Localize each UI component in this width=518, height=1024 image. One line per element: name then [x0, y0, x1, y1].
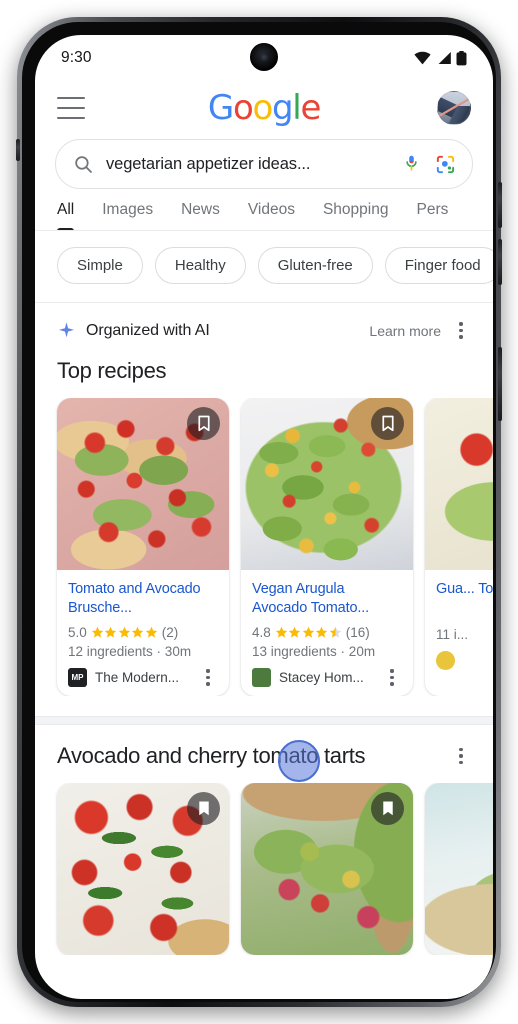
recipe-source [436, 651, 493, 670]
app-bar: Google [35, 81, 493, 135]
recipe-title[interactable]: Tomato and Avocado Brusche... [68, 580, 218, 618]
source-name: Stacey Hom... [279, 670, 364, 685]
section-title-avocado-tarts: Avocado and cherry tomato tarts [57, 743, 366, 768]
recipe-meta: 11 i... [436, 627, 469, 642]
recipe-card-three-dot-menu-icon[interactable] [382, 669, 402, 686]
recipe-card-body: Vegan Arugula Avocado Tomato... 4.8 (16)… [241, 570, 413, 696]
search-icon [75, 155, 92, 173]
google-lens-icon[interactable] [434, 153, 457, 176]
bookmark-icon[interactable] [187, 407, 220, 440]
recipe-card[interactable]: Gua... Tom... 11 i... [425, 398, 493, 696]
recipe-card[interactable] [241, 783, 413, 955]
star-rating-icons [275, 626, 342, 639]
status-time: 9:30 [61, 49, 92, 66]
recipe-title[interactable]: Vegan Arugula Avocado Tomato... [252, 580, 402, 618]
battery-icon [456, 50, 467, 65]
filter-chips: Simple Healthy Gluten-free Finger food [35, 231, 493, 302]
wifi-icon [414, 51, 431, 65]
tab-news[interactable]: News [181, 201, 220, 230]
recipe-meta: 12 ingredients · 30m [68, 644, 192, 659]
recipe-source: Stacey Hom... [252, 668, 402, 687]
phone-frame: 9:30 G o o g l e vegetarian appetizer id… [16, 17, 502, 1007]
logo-letter-o2: o [252, 88, 273, 128]
section-header-avocado-tarts: Avocado and cherry tomato tarts [35, 725, 493, 783]
logo-letter-e: e [300, 88, 321, 128]
microphone-icon[interactable] [401, 153, 422, 175]
recipe-photo[interactable] [57, 398, 229, 570]
source-name: The Modern... [95, 670, 180, 685]
volume-down-button[interactable] [498, 239, 502, 285]
recipe-card-body: Tomato and Avocado Brusche... 5.0 (2) 12… [57, 570, 229, 696]
tab-images[interactable]: Images [102, 201, 153, 230]
search-bar[interactable]: vegetarian appetizer ideas... [55, 139, 473, 189]
phone-screen: 9:30 G o o g l e vegetarian appetizer id… [35, 35, 493, 999]
recipe-photo[interactable] [241, 783, 413, 955]
recipe-meta: 13 ingredients · 20m [252, 644, 376, 659]
recipe-source: MP The Modern... [68, 668, 218, 687]
recipe-card[interactable] [57, 783, 229, 955]
section-divider [35, 716, 493, 725]
tab-videos[interactable]: Videos [248, 201, 295, 230]
phone-bezel: 9:30 G o o g l e vegetarian appetizer id… [22, 22, 496, 1002]
bookmark-icon[interactable] [371, 792, 404, 825]
recipe-card-body: Gua... Tom... 11 i... [425, 570, 493, 679]
recipe-card-three-dot-menu-icon[interactable] [198, 669, 218, 686]
logo-letter-o1: o [232, 88, 254, 128]
mute-switch-button[interactable] [16, 139, 20, 161]
review-count: (16) [345, 625, 370, 640]
chip-gluten-free[interactable]: Gluten-free [257, 247, 373, 284]
power-button[interactable] [498, 347, 502, 421]
search-tabs: All Images News Videos Shopping Pers [35, 189, 493, 231]
source-favicon [436, 651, 455, 670]
logo-letter-g1: G [207, 88, 234, 128]
hamburger-menu-icon[interactable] [57, 97, 85, 119]
recipe-photo[interactable] [241, 398, 413, 570]
chip-finger-food[interactable]: Finger food [384, 247, 493, 284]
recipe-photo[interactable] [425, 398, 493, 570]
star-rating-icons [91, 626, 158, 639]
section-title-top-recipes: Top recipes [57, 358, 167, 383]
source-favicon [252, 668, 271, 687]
review-count: (2) [161, 625, 179, 640]
search-input[interactable]: vegetarian appetizer ideas... [106, 155, 389, 174]
bookmark-icon[interactable] [187, 792, 220, 825]
sparkle-icon [59, 322, 74, 338]
status-bar: 9:30 [35, 35, 493, 81]
chip-healthy[interactable]: Healthy [154, 247, 246, 284]
rating-value: 4.8 [252, 625, 271, 640]
organized-with-ai-row: Organized with AI Learn more [35, 303, 493, 346]
section-three-dot-menu-icon[interactable] [451, 747, 471, 765]
google-logo: Google [207, 88, 321, 128]
logo-letter-l: l [292, 88, 301, 128]
rating-value: 5.0 [68, 625, 87, 640]
tab-shopping[interactable]: Shopping [323, 201, 389, 230]
avocado-tarts-card-rail[interactable] [35, 783, 493, 955]
organized-with-ai-label: Organized with AI [86, 321, 210, 339]
cell-signal-icon [438, 52, 451, 64]
status-icons [414, 50, 467, 66]
volume-up-button[interactable] [498, 182, 502, 228]
recipe-title[interactable]: Gua... Tom... [436, 580, 493, 599]
tab-all[interactable]: All [57, 201, 75, 230]
bookmark-icon[interactable] [371, 407, 404, 440]
recipe-card[interactable] [425, 783, 493, 955]
learn-more-link[interactable]: Learn more [369, 323, 441, 339]
search-bar-container: vegetarian appetizer ideas... [35, 135, 493, 189]
recipe-rating: 4.8 (16) [252, 625, 402, 640]
ai-row-three-dot-menu-icon[interactable] [451, 322, 471, 339]
top-recipes-card-rail[interactable]: Tomato and Avocado Brusche... 5.0 (2) 12… [35, 398, 493, 696]
source-favicon: MP [68, 668, 87, 687]
recipe-card[interactable]: Tomato and Avocado Brusche... 5.0 (2) 12… [57, 398, 229, 696]
recipe-card[interactable]: Vegan Arugula Avocado Tomato... 4.8 (16)… [241, 398, 413, 696]
recipe-photo[interactable] [425, 783, 493, 955]
logo-letter-g2: g [272, 88, 294, 128]
avatar[interactable] [437, 91, 471, 125]
chip-simple[interactable]: Simple [57, 247, 143, 284]
tab-personal[interactable]: Pers [416, 201, 448, 230]
front-camera-punch-hole [250, 43, 278, 71]
recipe-photo[interactable] [57, 783, 229, 955]
recipe-rating: 5.0 (2) [68, 625, 218, 640]
